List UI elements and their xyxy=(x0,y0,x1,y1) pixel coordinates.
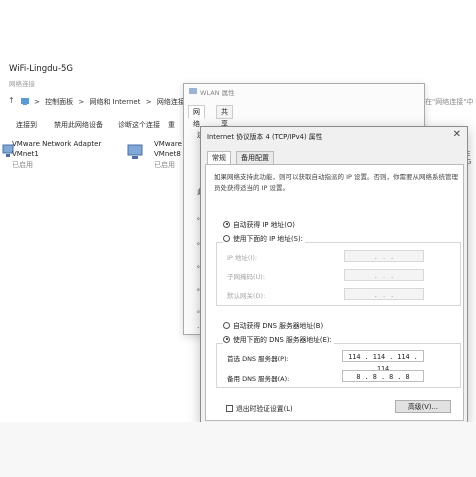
ipv4-dialog-title: Internet 协议版本 4 (TCP/IPv4) 属性 xyxy=(207,133,323,141)
tab-sharing[interactable]: 共享 xyxy=(216,105,233,128)
up-arrow-icon[interactable]: ↑ xyxy=(8,96,15,105)
auto-ip-radio[interactable]: 自动获得 IP 地址(O) xyxy=(223,219,295,229)
breadcrumb-network-internet[interactable]: 网络和 Internet xyxy=(89,98,140,106)
general-tab-panel: 如果网络支持此功能，则可以获取自动指派的 IP 设置。否则，你需要从网络系统管理… xyxy=(205,164,464,421)
subnet-mask-label: 子网掩码(U): xyxy=(227,273,266,281)
adapter-status: 已启用 xyxy=(154,161,175,169)
adapter-sub: VMnet8 xyxy=(154,150,181,158)
adapter-name: VMware xyxy=(154,140,182,148)
alternate-dns-input[interactable]: 8 . 8 . 8 . 8 xyxy=(342,370,424,382)
network-folder-icon xyxy=(20,96,30,108)
breadcrumb-sep: > xyxy=(34,98,40,106)
ip-address-label: IP 地址(I): xyxy=(227,254,258,262)
radio-unselected-icon xyxy=(223,321,230,329)
checkbox-unchecked-icon xyxy=(226,404,233,412)
search-input[interactable]: 在"网络连接"中 xyxy=(425,97,473,107)
default-gateway-label: 默认网关(D): xyxy=(227,292,266,300)
manual-dns-radio[interactable]: 使用下面的 DNS 服务器地址(E): xyxy=(223,334,334,344)
radio-selected-icon xyxy=(223,335,230,343)
breadcrumb-network-connections[interactable]: 网络连接 xyxy=(157,98,185,106)
ip-settings-description: 如果网络支持此功能，则可以获取自动指派的 IP 设置。否则，你需要从网络系统管理… xyxy=(214,173,458,192)
alternate-dns-label: 备用 DNS 服务器(A): xyxy=(227,375,290,383)
validate-on-exit-checkbox[interactable]: 退出时验证设置(L) xyxy=(226,403,293,413)
breadcrumb-control-panel[interactable]: 控制面板 xyxy=(45,98,73,106)
top-blank-area xyxy=(0,0,476,52)
tab-alternate-config[interactable]: 备用配置 xyxy=(236,151,274,165)
manual-ip-radio[interactable]: 使用下面的 IP 地址(S): xyxy=(223,233,305,243)
breadcrumb-sep: > xyxy=(145,98,152,106)
disable-device-button[interactable]: 禁用此网络设备 xyxy=(54,120,103,130)
connect-to-button[interactable]: 连接到 xyxy=(16,120,37,130)
radio-selected-icon xyxy=(223,220,230,228)
wlan-dialog-title: WLAN 属性 xyxy=(200,89,235,97)
rename-button[interactable]: 重 xyxy=(168,120,175,130)
ipv4-properties-dialog: Internet 协议版本 4 (TCP/IPv4) 属性 ✕ 常规 备用配置 … xyxy=(200,126,468,424)
close-icon[interactable]: ✕ xyxy=(453,129,461,140)
manual-ip-label: 使用下面的 IP 地址(S): xyxy=(233,235,303,243)
auto-dns-label: 自动获得 DNS 服务器地址(B) xyxy=(233,322,324,330)
auto-dns-radio[interactable]: 自动获得 DNS 服务器地址(B) xyxy=(223,320,323,330)
wlan-icon xyxy=(189,87,197,97)
preferred-dns-input[interactable]: 114 . 114 . 114 . 114 xyxy=(342,350,424,373)
diagnose-connection-button[interactable]: 诊断这个连接 xyxy=(118,120,160,130)
adapter-sub: VMnet1 xyxy=(12,150,39,158)
wlan-title-bar: WLAN 属性 xyxy=(184,84,424,100)
tab-network[interactable]: 网络 xyxy=(188,105,205,128)
adapter-name: VMware Network Adapter xyxy=(12,140,102,148)
breadcrumb-sep: > xyxy=(78,98,85,106)
auto-ip-label: 自动获得 IP 地址(O) xyxy=(233,221,295,229)
wifi-network-name: WiFi-Lingdu-5G xyxy=(9,64,74,74)
default-gateway-input[interactable]: . . . xyxy=(344,288,424,300)
bottom-blank-area xyxy=(0,422,476,477)
window-subtitle: 网络连接 xyxy=(9,80,35,88)
manual-dns-label: 使用下面的 DNS 服务器地址(E): xyxy=(233,336,332,344)
preferred-dns-label: 首选 DNS 服务器(P): xyxy=(227,355,289,363)
validate-on-exit-label: 退出时验证设置(L) xyxy=(236,405,293,413)
breadcrumb: > 控制面板 > 网络和 Internet > 网络连接 xyxy=(34,97,188,107)
ip-address-input[interactable]: . . . xyxy=(344,250,424,262)
adapter-status: 已启用 xyxy=(12,161,33,169)
network-adapter-icon xyxy=(126,142,146,164)
radio-unselected-icon xyxy=(223,234,230,242)
subnet-mask-input[interactable]: . . . xyxy=(344,269,424,281)
advanced-button[interactable]: 高级(V)... xyxy=(395,400,451,413)
adapter-vmnet8[interactable]: VMware VMnet8 已启用 xyxy=(124,140,184,180)
adapter-vmnet1[interactable]: VMware Network Adapter VMnet1 已启用 xyxy=(0,140,120,180)
